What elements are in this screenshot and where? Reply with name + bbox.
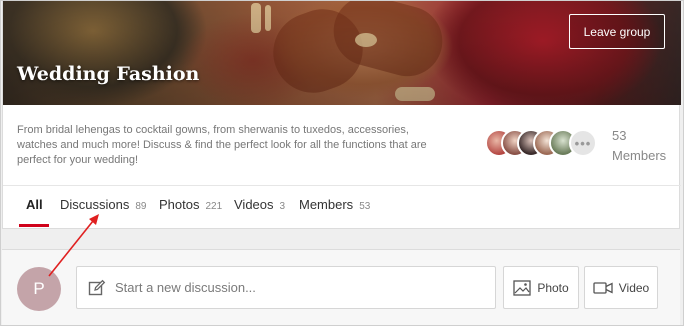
member-avatars[interactable]: ••• xyxy=(485,129,605,159)
tab-count: 221 xyxy=(205,201,223,212)
group-cover-image: Wedding Fashion Leave group xyxy=(3,1,681,105)
more-members-icon[interactable]: ••• xyxy=(569,129,597,157)
discussion-composer: P Start a new discussion... Photo Video xyxy=(2,249,680,325)
tab-count: 3 xyxy=(279,201,286,212)
tab-photos[interactable]: Photos 221 xyxy=(159,197,222,212)
tab-count: 53 xyxy=(359,201,371,212)
group-description: From bridal lehengas to cocktail gowns, … xyxy=(17,124,427,166)
photo-icon xyxy=(513,279,531,296)
member-count[interactable]: 53 Members xyxy=(612,126,666,166)
group-header-card: Wedding Fashion Leave group From bridal … xyxy=(2,1,681,229)
tab-all[interactable]: All xyxy=(26,197,43,212)
page-frame: Wedding Fashion Leave group From bridal … xyxy=(0,0,684,326)
video-camera-icon xyxy=(593,281,613,294)
video-button-label: Video xyxy=(618,280,650,295)
member-count-label: Members xyxy=(612,148,667,163)
tab-count: 89 xyxy=(135,201,147,212)
group-title: Wedding Fashion xyxy=(17,63,200,85)
avatar[interactable]: P xyxy=(17,267,61,311)
tab-label: All xyxy=(26,197,43,212)
divider xyxy=(3,185,681,186)
active-tab-indicator xyxy=(19,224,49,227)
new-discussion-input[interactable]: Start a new discussion... xyxy=(76,266,496,309)
member-count-number: 53 xyxy=(612,128,627,143)
new-discussion-placeholder: Start a new discussion... xyxy=(115,280,256,295)
tab-label: Photos xyxy=(159,197,200,212)
add-photo-button[interactable]: Photo xyxy=(503,266,579,309)
tab-members[interactable]: Members 53 xyxy=(299,197,370,212)
tab-label: Members xyxy=(299,197,354,212)
photo-button-label: Photo xyxy=(537,280,569,295)
group-tabs: All Discussions 89 Photos 221 Videos 3 Memb… xyxy=(3,187,681,227)
tab-label: Discussions xyxy=(60,197,130,212)
tab-videos[interactable]: Videos 3 xyxy=(234,197,285,212)
tab-discussions[interactable]: Discussions 89 xyxy=(60,197,146,212)
pencil-icon xyxy=(88,279,106,295)
tab-label: Videos xyxy=(234,197,274,212)
leave-group-button[interactable]: Leave group xyxy=(569,14,665,49)
add-video-button[interactable]: Video xyxy=(584,266,658,309)
